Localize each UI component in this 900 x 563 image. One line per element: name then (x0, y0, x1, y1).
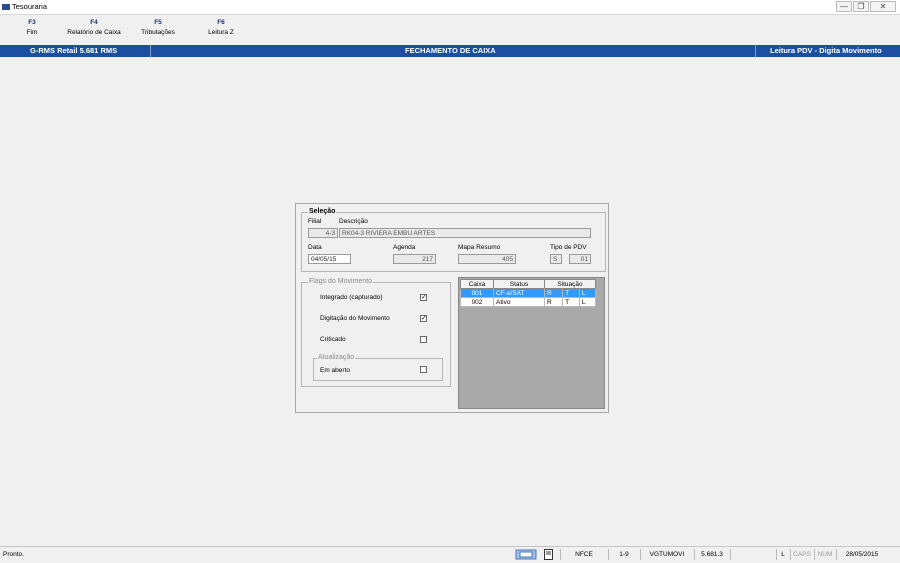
status-cell-version: 5.681.3 (694, 549, 729, 560)
filial-field[interactable]: 4-3 (308, 228, 338, 238)
grid-header-row: Caixa Status Situação (460, 279, 596, 289)
atualizacao-group: Atualização Em aberto (313, 354, 443, 381)
header-app-version: G-RMS Retail 5.681 RMS (30, 46, 118, 55)
flags-group: Flags do Movimento Integrado (capturado)… (301, 278, 451, 387)
f4-label: Relatório de Caixa (67, 29, 121, 36)
header-screen-title: FECHAMENTO DE CAIXA (405, 46, 496, 55)
status-cell-empty (730, 549, 775, 560)
restore-button[interactable]: ❐ (853, 1, 869, 12)
agenda-label: Agenda (393, 244, 416, 251)
flags-title: Flags do Movimento (308, 278, 374, 285)
table-row[interactable]: 001 CF-e/SAT R T L (460, 288, 597, 298)
f4-relatorio-button[interactable]: F4 Relatório de Caixa (62, 19, 126, 36)
f6-leitura-z-button[interactable]: F6 Leitura Z (202, 19, 240, 36)
selecao-group: Seleção Filial Descrição 4-3 RK04-3 RIVI… (301, 208, 606, 272)
f3-fim-button[interactable]: F3 Fim (22, 19, 42, 36)
em-aberto-checkbox[interactable] (420, 366, 427, 373)
caixa-cell: 002 (460, 297, 494, 307)
window-title: Tesouraria (12, 2, 48, 11)
header-divider (150, 45, 151, 57)
status-cell-range: 1-9 (608, 549, 639, 560)
selecao-title: Seleção (308, 208, 337, 215)
situacao-column-header[interactable]: Situação (544, 279, 596, 289)
network-icon (515, 549, 537, 560)
caixa-grid: Caixa Status Situação 001 CF-e/SAT R T L… (460, 279, 597, 307)
function-key-bar: F3 Fim F4 Relatório de Caixa F5 Tributaç… (0, 15, 900, 43)
table-row[interactable]: 002 Ativo R T L (460, 297, 597, 307)
descricao-label: Descrição (339, 218, 368, 225)
num-indicator: NUM (814, 549, 835, 560)
criticado-checkbox[interactable] (420, 336, 427, 343)
minimize-button[interactable]: — (836, 1, 852, 12)
app-icon (2, 4, 10, 10)
caixa-column-header[interactable]: Caixa (460, 279, 494, 289)
situacao-cell: R (543, 288, 564, 298)
status-cell: Ativo (493, 297, 545, 307)
integrado-label: Integrado (capturado) (320, 294, 383, 301)
document-icon (543, 549, 554, 560)
situacao-cell: T (562, 297, 580, 307)
data-field[interactable]: 04/05/15 (308, 254, 351, 264)
f6-key: F6 (217, 19, 225, 26)
digitacao-label: Digitação do Movimento (320, 315, 390, 322)
status-cell-nfce: NFCE (560, 549, 607, 560)
tipo-pdv-field[interactable]: S (550, 254, 562, 264)
f3-label: Fim (26, 29, 38, 36)
data-label: Data (308, 244, 322, 251)
situacao-cell: L (578, 288, 597, 298)
caps-indicator: CAPS (790, 549, 813, 560)
status-cell-l: L (776, 549, 789, 560)
em-aberto-label: Em aberto (320, 367, 350, 374)
header-divider (755, 45, 756, 57)
status-cell-program: VGTUMOVI (640, 549, 693, 560)
fechamento-dialog: Seleção Filial Descrição 4-3 RK04-3 RIVI… (295, 203, 609, 413)
filial-label: Filial (308, 218, 322, 225)
status-cell: CF-e/SAT (493, 288, 545, 298)
close-button[interactable]: ✕ (870, 1, 896, 12)
mapa-resumo-field[interactable]: 405 (458, 254, 516, 264)
tipo-pdv-label: Tipo de PDV (550, 244, 587, 251)
f3-key: F3 (28, 19, 36, 26)
status-text: Pronto. (3, 551, 24, 558)
status-bar: Pronto. NFCE 1-9 VGTUMOVI 5.681.3 L CAPS… (0, 546, 900, 563)
window-titlebar: Tesouraria — ❐ ✕ (0, 0, 900, 15)
digitacao-checkbox[interactable]: ✓ (420, 315, 427, 322)
tipo-pdv-number-field[interactable]: 01 (569, 254, 591, 264)
agenda-field[interactable]: 217 (393, 254, 436, 264)
f5-label: Tributações (141, 29, 175, 36)
atualizacao-title: Atualização (317, 354, 356, 361)
caixa-cell: 001 (460, 288, 494, 298)
descricao-field[interactable]: RK04-3 RIVIERA EMBU ARTES (339, 228, 591, 238)
status-column-header[interactable]: Status (493, 279, 545, 289)
header-mode: Leitura PDV - Digita Movimento (770, 46, 882, 55)
mapa-resumo-label: Mapa Resumo (458, 244, 501, 251)
f5-key: F5 (154, 19, 162, 26)
criticado-label: Criticado (320, 336, 346, 343)
integrado-checkbox[interactable]: ✓ (420, 294, 427, 301)
caixa-grid-area: Caixa Status Situação 001 CF-e/SAT R T L… (458, 277, 605, 409)
status-date: 28/05/2015 (836, 549, 887, 560)
situacao-cell: T (562, 288, 580, 298)
situacao-cell: L (578, 297, 597, 307)
f4-key: F4 (90, 19, 98, 26)
header-bar: G-RMS Retail 5.681 RMS FECHAMENTO DE CAI… (0, 45, 900, 57)
situacao-cell: R (543, 297, 564, 307)
f5-tributacoes-button[interactable]: F5 Tributações (136, 19, 180, 36)
f6-label: Leitura Z (208, 29, 234, 36)
